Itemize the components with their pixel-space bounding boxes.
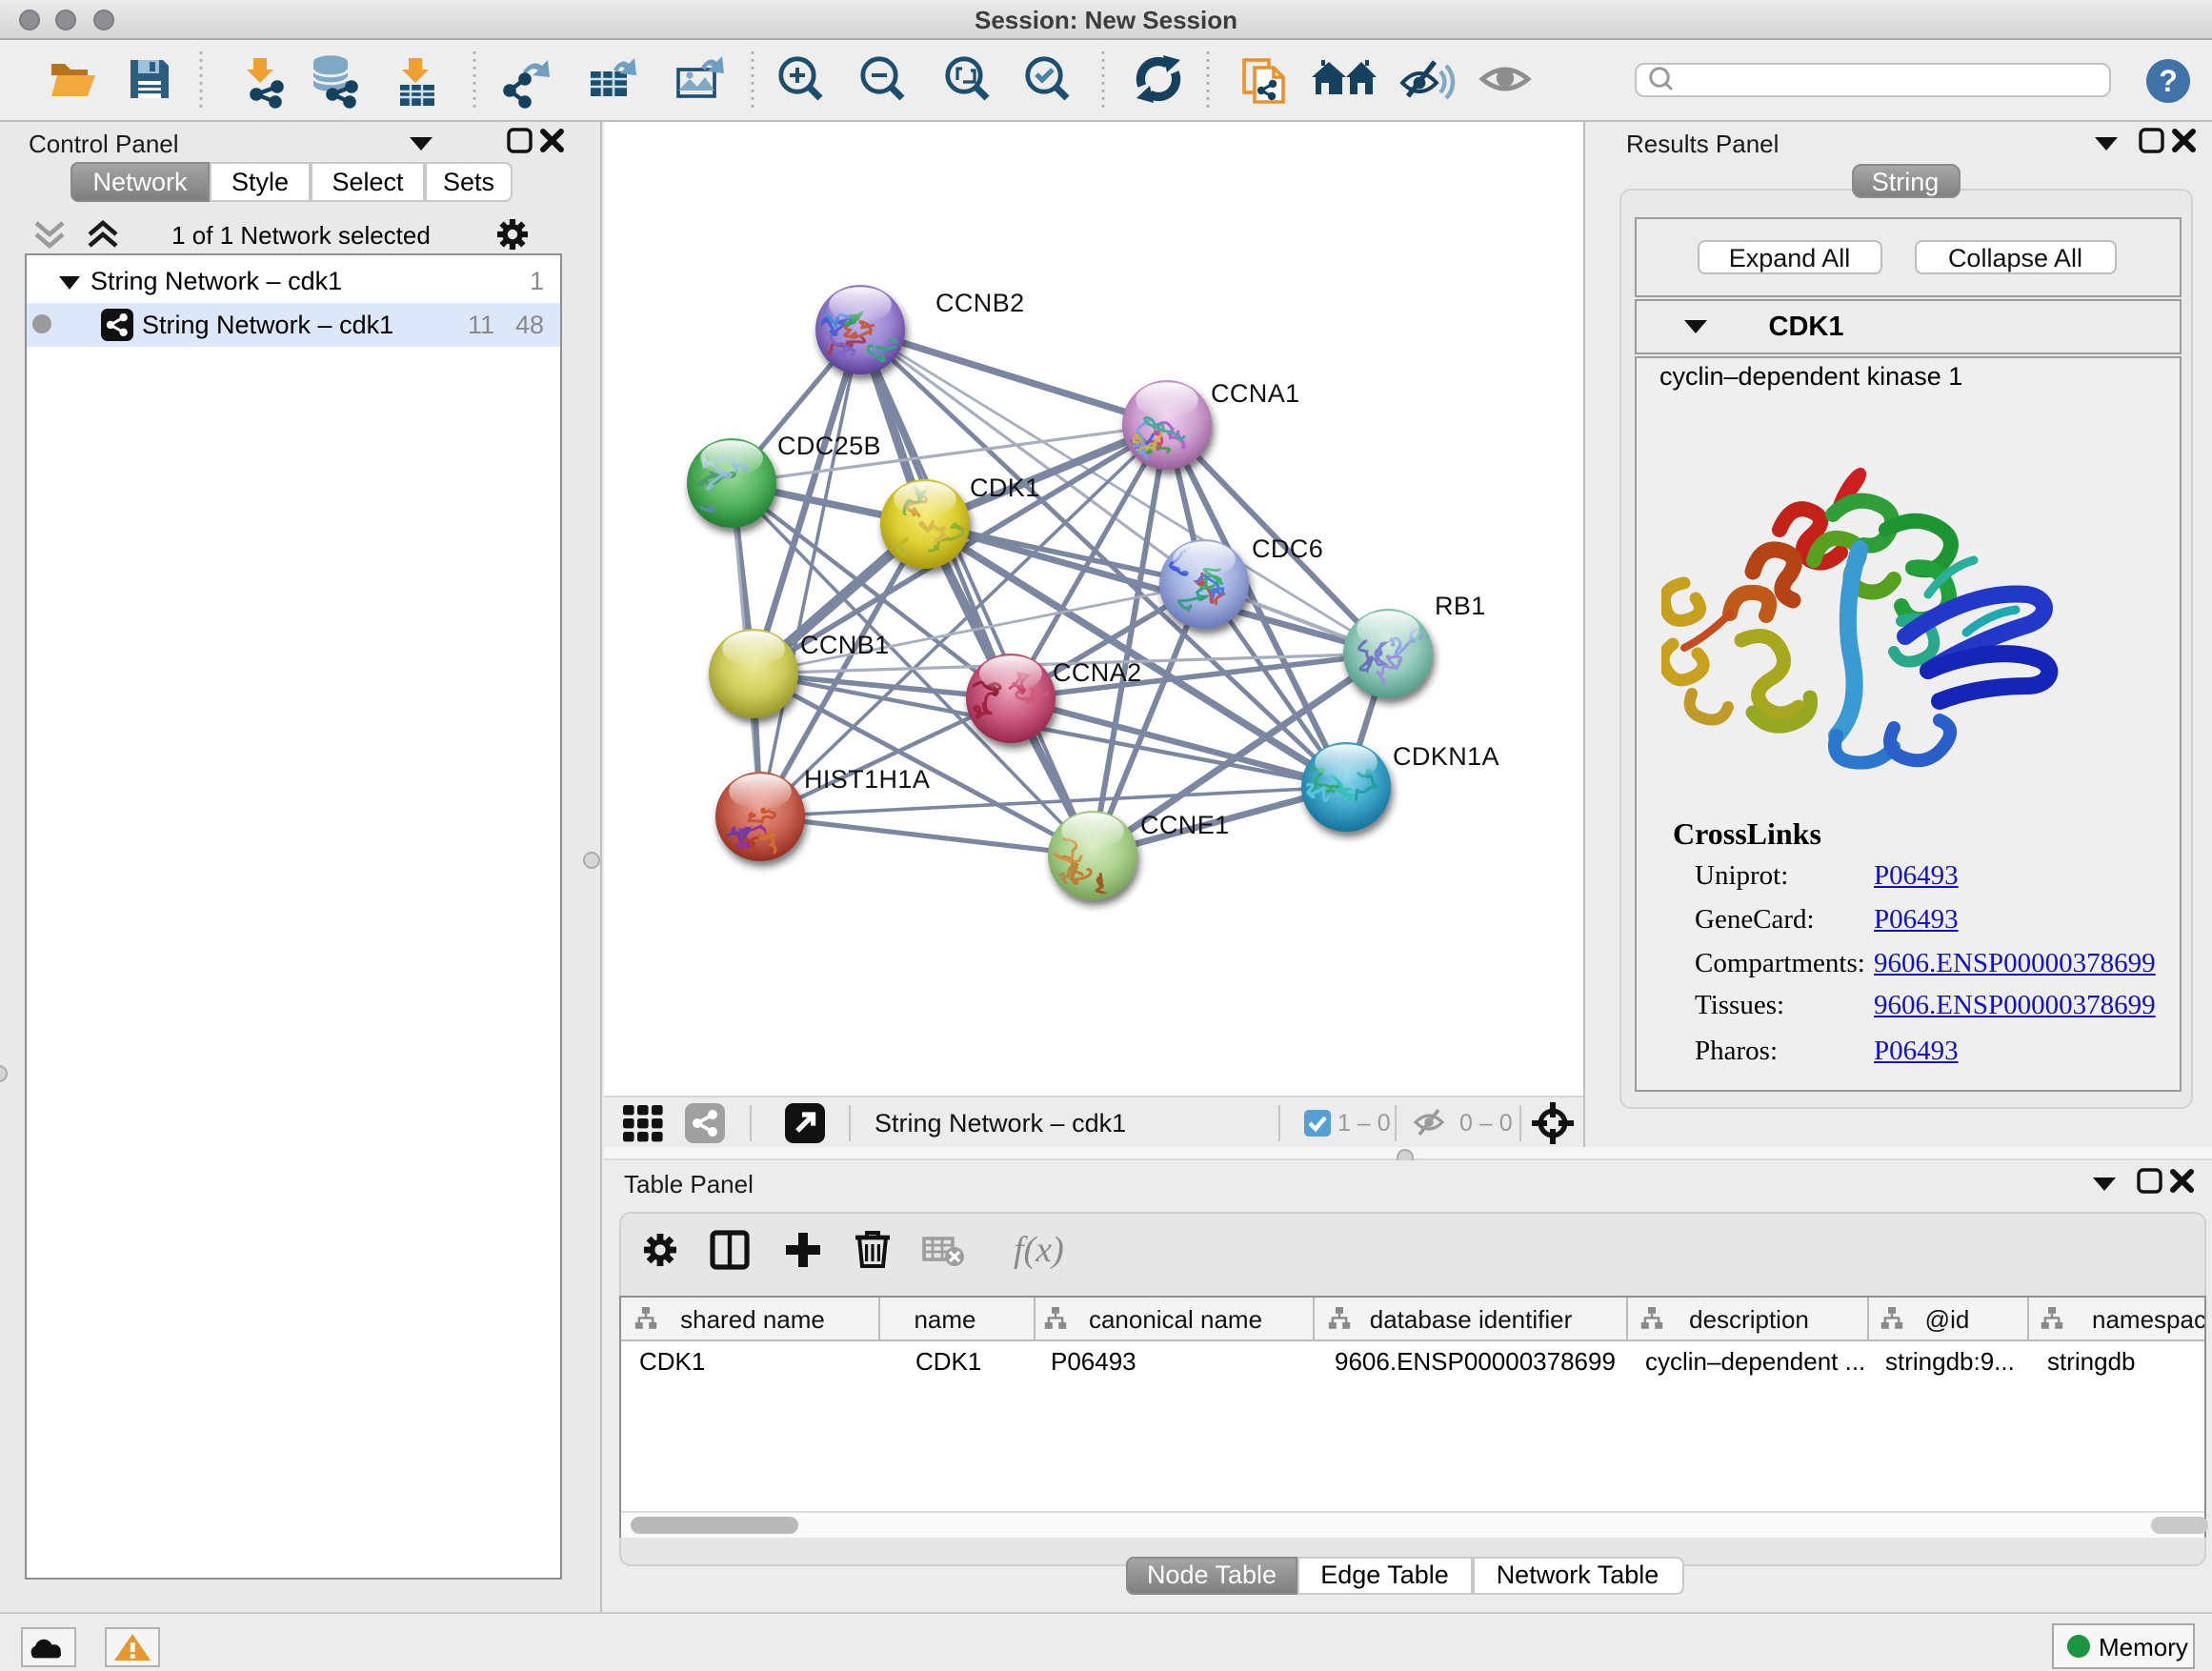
svg-text:HIST1H1A: HIST1H1A bbox=[804, 765, 930, 794]
svg-text:?: ? bbox=[2159, 64, 2178, 98]
svg-text:CDC25B: CDC25B bbox=[777, 432, 881, 460]
svg-text:CCNE1: CCNE1 bbox=[1140, 811, 1230, 839]
svg-text:shared name: shared name bbox=[679, 1305, 824, 1334]
svg-text:CCNA2: CCNA2 bbox=[1053, 658, 1142, 687]
svg-text:String Network – cdk1: String Network – cdk1 bbox=[875, 1109, 1126, 1137]
svg-text:namespac: namespac bbox=[2091, 1305, 2203, 1334]
svg-text:name: name bbox=[913, 1305, 975, 1334]
svg-text:1 – 0: 1 – 0 bbox=[1337, 1110, 1391, 1137]
svg-text:CDK1: CDK1 bbox=[970, 473, 1040, 502]
svg-text:RB1: RB1 bbox=[1435, 592, 1486, 620]
svg-text:CCNB1: CCNB1 bbox=[800, 631, 890, 659]
svg-text:CCNA1: CCNA1 bbox=[1211, 379, 1300, 408]
svg-text:CDKN1A: CDKN1A bbox=[1393, 742, 1499, 771]
svg-text:description: description bbox=[1688, 1305, 1808, 1334]
svg-text:CCNB2: CCNB2 bbox=[935, 289, 1025, 317]
svg-text:0 – 0: 0 – 0 bbox=[1459, 1110, 1513, 1137]
svg-text:@id: @id bbox=[1924, 1305, 1969, 1334]
svg-text:canonical name: canonical name bbox=[1088, 1305, 1261, 1334]
svg-text:f(x): f(x) bbox=[1014, 1230, 1064, 1270]
svg-text:database identifier: database identifier bbox=[1369, 1305, 1572, 1334]
svg-text:CDC6: CDC6 bbox=[1252, 534, 1323, 563]
